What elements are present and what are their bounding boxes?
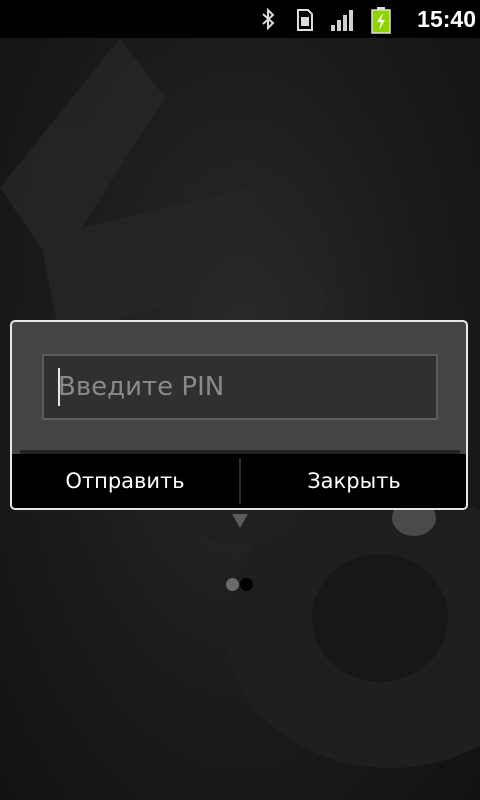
text-cursor [58, 368, 60, 406]
sim-card-icon [297, 9, 313, 31]
dialog-button-bar: Отправить Закрыть [12, 454, 466, 508]
battery-charging-icon [371, 7, 391, 34]
page-indicator [224, 576, 256, 592]
status-clock: 15:40 [417, 6, 476, 32]
status-bar: 15:40 [0, 0, 480, 38]
signal-icon [331, 10, 353, 31]
button-separator [239, 458, 241, 504]
page-dot [226, 578, 239, 591]
page-dot-active [240, 578, 253, 591]
close-button[interactable]: Закрыть [242, 454, 466, 508]
pin-dialog: Отправить Закрыть [10, 320, 468, 510]
bluetooth-icon [262, 7, 275, 31]
lock-screen: 15:40 Отправить Закрыть [0, 0, 480, 800]
pin-input[interactable] [42, 354, 438, 420]
send-button[interactable]: Отправить [12, 454, 238, 508]
